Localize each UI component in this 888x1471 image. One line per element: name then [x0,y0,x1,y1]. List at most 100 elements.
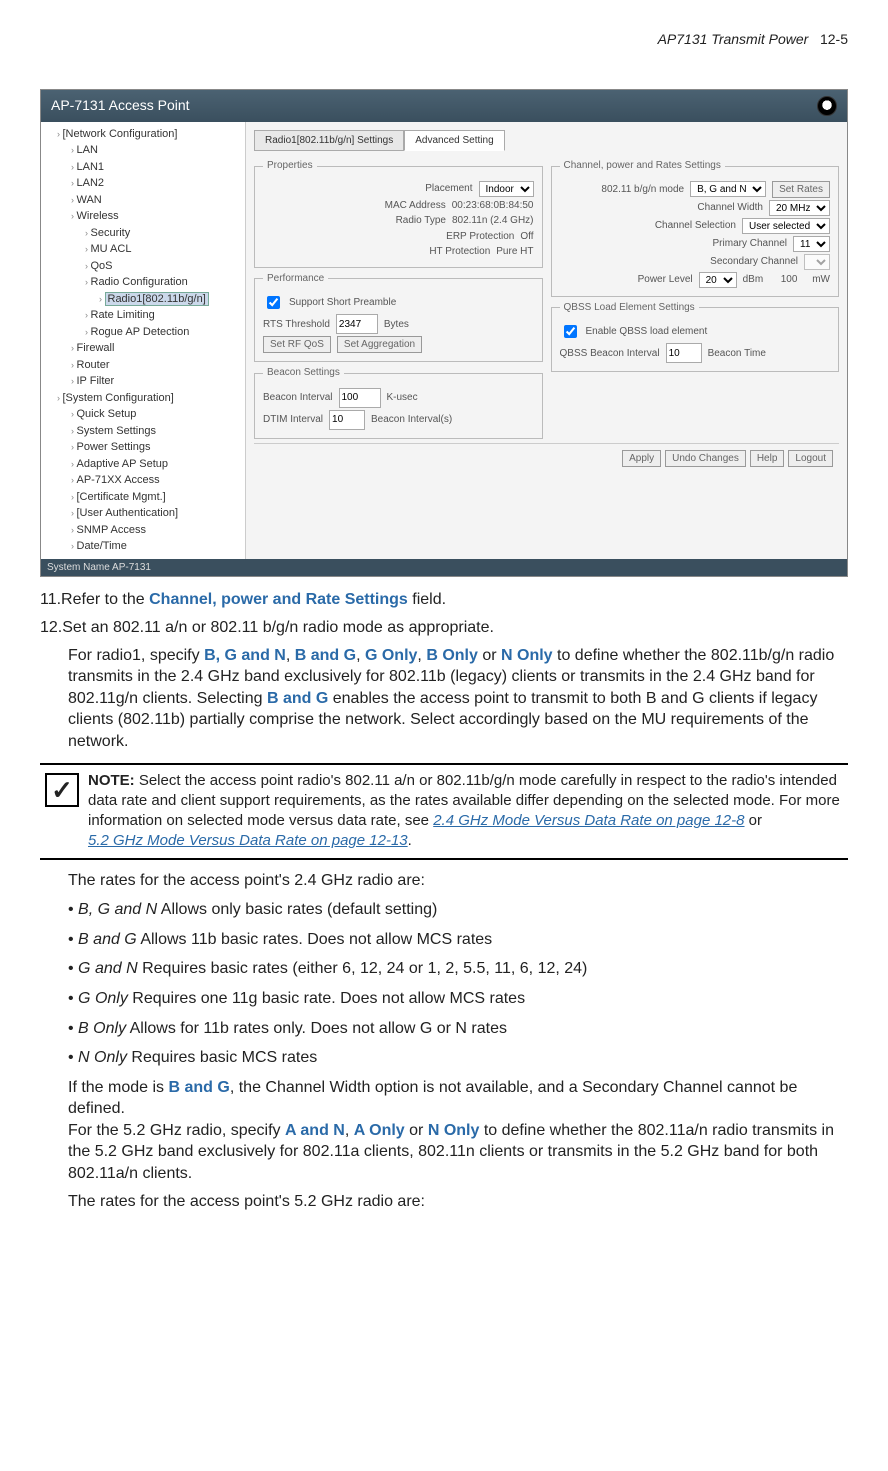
rates24-intro: The rates for the access point's 2.4 GHz… [40,870,848,892]
channel-group: Channel, power and Rates Settings 802.11… [551,159,840,297]
list-item: B, G and N Allows only basic rates (defa… [68,899,848,921]
list-item: G and N Requires basic rates (either 6, … [68,958,848,980]
qbss-interval-label: QBSS Beacon Interval [560,347,660,361]
mac-value: 00:23:68:0B:84:50 [452,199,534,213]
power-mw-value: 100 [781,273,798,287]
tree-item[interactable]: LAN [71,142,243,159]
admin-ui-screenshot: AP-7131 Access Point [Network Configurat… [40,89,848,578]
tab-advanced[interactable]: Advanced Setting [404,130,504,152]
tree-item[interactable]: [User Authentication] [71,505,243,522]
tree-item[interactable]: IP Filter [71,373,243,390]
channel-selection-label: Channel Selection [655,219,736,233]
tree-item[interactable]: AP-71XX Access [71,472,243,489]
placement-label: Placement [425,182,472,196]
radio1-paragraph: For radio1, specify B, G and N, B and G,… [40,645,848,753]
performance-group: Performance Support Short Preamble RTS T… [254,272,543,363]
dtim-input[interactable] [329,410,365,430]
secondary-channel-label: Secondary Channel [710,255,798,269]
tree-item[interactable]: Quick Setup [71,406,243,423]
dtim-label: DTIM Interval [263,413,323,427]
performance-legend: Performance [263,272,328,286]
mac-label: MAC Address [385,199,446,213]
nav-tree[interactable]: [Network Configuration] LAN LAN1 LAN2 WA… [41,122,246,559]
page-header: AP7131 Transmit Power 12-5 [40,30,848,49]
note-text: NOTE: Select the access point radio's 80… [84,769,848,854]
properties-group: Properties PlacementIndoor MAC Address00… [254,159,543,268]
set-rf-qos-button[interactable]: Set RF QoS [263,336,331,353]
ht-label: HT Protection [429,245,490,259]
rts-input[interactable] [336,314,378,334]
tree-item[interactable]: LAN1 [71,159,243,176]
preamble-checkbox[interactable] [267,296,280,309]
beacon-legend: Beacon Settings [263,366,344,380]
tree-network-config[interactable]: [Network Configuration] [57,126,243,143]
tree-item[interactable]: System Settings [71,423,243,440]
tree-item[interactable]: Firewall [71,340,243,357]
list-item: G Only Requires one 11g basic rate. Does… [68,988,848,1010]
step-11-link: Channel, power and Rate Settings [149,591,408,608]
power-dbm-unit: dBm [743,273,764,287]
tree-item[interactable]: Power Settings [71,439,243,456]
set-aggregation-button[interactable]: Set Aggregation [337,336,422,353]
tree-item[interactable]: [Certificate Mgmt.] [71,489,243,506]
tree-item-selected[interactable]: Radio1[802.11b/g/n] [99,291,243,308]
list-item: B Only Allows for 11b rates only. Does n… [68,1018,848,1040]
power-level-select[interactable]: 20 [699,272,737,288]
tree-item[interactable]: WAN [71,192,243,209]
check-icon: ✓ [40,769,84,854]
tree-item[interactable]: Security [85,225,243,242]
power-level-label: Power Level [638,273,693,287]
erp-value: Off [520,230,533,244]
beacon-interval-input[interactable] [339,388,381,408]
rates24-list: B, G and N Allows only basic rates (defa… [40,899,848,1069]
qbss-enable-checkbox[interactable] [564,325,577,338]
tree-item[interactable]: Rate Limiting [85,307,243,324]
channel-width-label: Channel Width [697,201,763,215]
set-rates-button[interactable]: Set Rates [772,181,830,198]
erp-label: ERP Protection [446,230,514,244]
tree-item[interactable]: QoS [85,258,243,275]
channel-selection-select[interactable]: User selected [742,218,830,234]
tree-item[interactable]: Date/Time [71,538,243,555]
preamble-label: Support Short Preamble [289,296,396,310]
primary-channel-select[interactable]: 11 [793,236,830,252]
footer-buttons: Apply Undo Changes Help Logout [254,443,839,473]
qbss-enable-label: Enable QBSS load element [586,325,708,339]
tree-item[interactable]: LAN2 [71,175,243,192]
window-title: AP-7131 Access Point [51,96,190,115]
header-title: AP7131 Transmit Power [658,31,809,47]
note-box: ✓ NOTE: Select the access point radio's … [40,763,848,860]
power-mw-unit: mW [812,273,830,287]
tree-item[interactable]: SNMP Access [71,522,243,539]
list-item: N Only Requires basic MCS rates [68,1047,848,1069]
qbss-legend: QBSS Load Element Settings [560,301,699,315]
tree-item[interactable]: Radio Configuration [85,274,243,291]
secondary-channel-select [804,254,830,270]
tree-system-config[interactable]: [System Configuration] [57,390,243,407]
placement-select[interactable]: Indoor [479,181,534,197]
channel-legend: Channel, power and Rates Settings [560,159,725,173]
tree-item[interactable]: Router [71,357,243,374]
qbss-group: QBSS Load Element Settings Enable QBSS l… [551,301,840,373]
tab-radio-settings[interactable]: Radio1[802.11b/g/n] Settings [254,130,404,152]
qbss-interval-input[interactable] [666,343,702,363]
mode-select[interactable]: B, G and N [690,181,766,197]
radio-type-label: Radio Type [396,214,446,228]
channel-width-select[interactable]: 20 MHz [769,200,830,216]
tree-item[interactable]: Wireless [71,208,243,225]
main-panel: Radio1[802.11b/g/n] Settings Advanced Se… [246,122,847,559]
dtim-unit: Beacon Interval(s) [371,413,452,427]
header-page: 12-5 [820,31,848,47]
apply-button[interactable]: Apply [622,450,661,467]
tree-item[interactable]: MU ACL [85,241,243,258]
mode-bg-note: If the mode is B and G, the Channel Widt… [40,1077,848,1185]
tree-item[interactable]: Adaptive AP Setup [71,456,243,473]
link-24ghz[interactable]: 2.4 GHz Mode Versus Data Rate on page 12… [433,812,744,829]
step-12: 12.Set an 802.11 a/n or 802.11 b/g/n rad… [40,617,848,639]
link-52ghz[interactable]: 5.2 GHz Mode Versus Data Rate on page 12… [88,832,408,849]
help-button[interactable]: Help [750,450,785,467]
motorola-logo-icon [817,96,837,116]
undo-button[interactable]: Undo Changes [665,450,746,467]
logout-button[interactable]: Logout [788,450,833,467]
tree-item[interactable]: Rogue AP Detection [85,324,243,341]
